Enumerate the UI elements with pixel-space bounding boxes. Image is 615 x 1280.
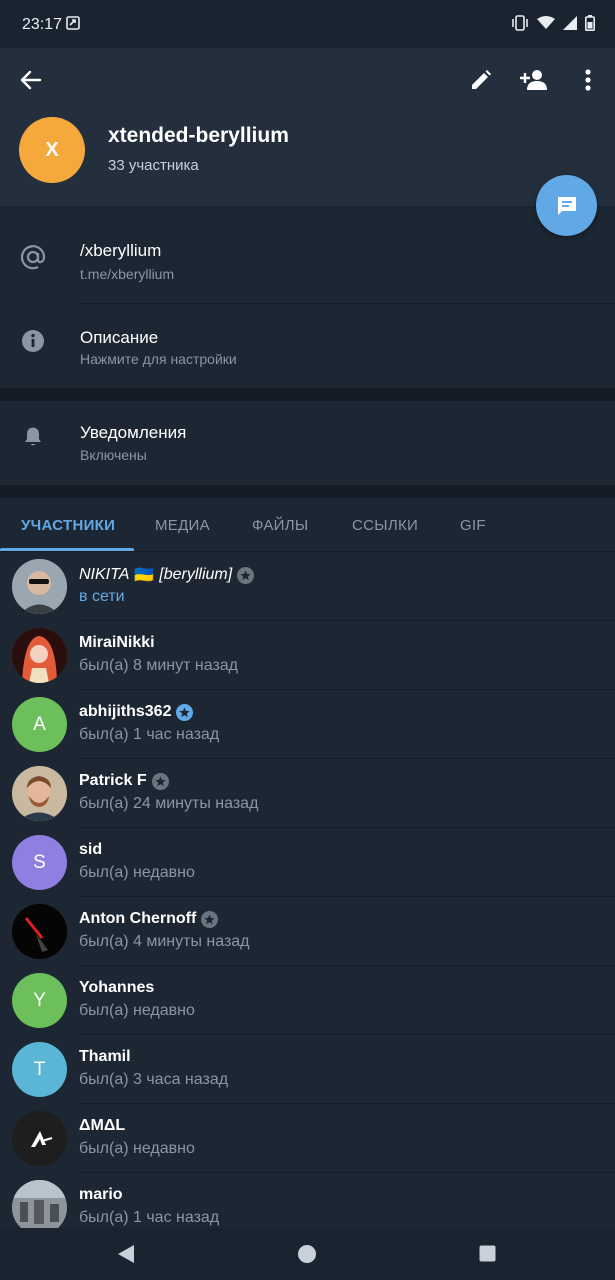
avatar <box>12 1111 67 1166</box>
member-row[interactable]: A abhijiths362 был(а) 1 час назад <box>0 690 615 759</box>
member-row[interactable]: MiraiNikki был(а) 8 минут назад <box>0 621 615 690</box>
tab-members[interactable]: УЧАСТНИКИ <box>21 517 115 534</box>
member-status: был(а) 1 час назад <box>79 726 220 743</box>
chat-avatar[interactable]: X <box>19 117 85 183</box>
more-vertical-icon <box>585 69 591 91</box>
info-icon <box>20 328 46 354</box>
star-badge-icon <box>237 566 255 584</box>
member-status: был(а) 24 минуты назад <box>79 795 259 812</box>
tab-media[interactable]: МЕДИА <box>155 517 210 534</box>
tab-links[interactable]: ССЫЛКИ <box>352 517 418 534</box>
square-recents-icon <box>479 1245 496 1262</box>
triangle-back-icon <box>118 1245 134 1263</box>
member-status: был(а) 1 час назад <box>79 1209 220 1226</box>
avatar <box>12 628 67 683</box>
avatar: S <box>12 835 67 890</box>
member-row[interactable]: Y Yohannes был(а) недавно <box>0 966 615 1035</box>
member-name: Patrick F <box>79 772 169 790</box>
member-name: mario <box>79 1186 123 1203</box>
member-name: Thamil <box>79 1048 131 1065</box>
media-tabs: УЧАСТНИКИ МЕДИА ФАЙЛЫ ССЫЛКИ GIF <box>0 498 615 552</box>
wifi-icon <box>537 16 555 35</box>
edit-button[interactable] <box>461 60 501 100</box>
member-name: MiraiNikki <box>79 634 155 651</box>
notifications-row[interactable]: Уведомления Включены <box>0 401 615 485</box>
section-gap <box>0 388 615 401</box>
star-badge-icon <box>201 910 219 928</box>
avatar <box>12 766 67 821</box>
active-tab-indicator <box>0 548 134 551</box>
member-name: Anton Chernoff <box>79 910 219 928</box>
vibrate-icon <box>511 15 529 36</box>
member-status: был(а) 8 минут назад <box>79 657 239 674</box>
member-row[interactable]: T Thamil был(а) 3 часа назад <box>0 1035 615 1104</box>
member-row[interactable]: S sid был(а) недавно <box>0 828 615 897</box>
star-badge-icon <box>151 772 169 790</box>
system-nav-bar <box>0 1228 615 1280</box>
star-badge-icon <box>176 703 194 721</box>
signal-icon <box>563 16 577 35</box>
avatar <box>12 904 67 959</box>
avatar <box>12 1180 67 1228</box>
more-options-button[interactable] <box>568 60 608 100</box>
pencil-icon <box>472 70 491 89</box>
username-value: /xberyllium <box>80 241 162 260</box>
home-nav-button[interactable] <box>297 1244 317 1269</box>
avatar: T <box>12 1042 67 1097</box>
add-user-icon <box>520 70 547 90</box>
at-sign-icon <box>20 244 46 270</box>
description-hint: Нажмите для настройки <box>80 351 237 367</box>
recents-nav-button[interactable] <box>479 1245 496 1267</box>
back-nav-button[interactable] <box>117 1244 135 1269</box>
back-button[interactable] <box>11 60 51 100</box>
section-gap <box>0 485 615 498</box>
circle-home-icon <box>298 1245 316 1263</box>
member-row[interactable]: mario был(а) 1 час назад <box>0 1173 615 1228</box>
member-row[interactable]: ΔMΔL был(а) недавно <box>0 1104 615 1173</box>
member-status: был(а) недавно <box>79 1140 195 1157</box>
member-row[interactable]: Patrick F был(а) 24 минуты назад <box>0 759 615 828</box>
member-status: был(а) 4 минуты назад <box>79 933 250 950</box>
notifications-status: Включены <box>80 447 147 463</box>
username-link: t.me/xberyllium <box>80 266 175 282</box>
tab-files[interactable]: ФАЙЛЫ <box>252 517 308 534</box>
avatar: A <box>12 697 67 752</box>
notifications-title: Уведомления <box>80 423 187 442</box>
member-count: 33 участника <box>108 157 199 174</box>
chat-title: xtended-beryllium <box>108 124 289 147</box>
battery-icon <box>585 15 595 36</box>
member-name: ΔMΔL <box>79 1117 126 1134</box>
member-status: был(а) недавно <box>79 864 195 881</box>
back-arrow-icon <box>20 70 42 90</box>
member-name: abhijiths362 <box>79 703 194 721</box>
member-status: был(а) недавно <box>79 1002 195 1019</box>
status-bar: 23:17 <box>0 0 615 48</box>
member-name: sid <box>79 841 103 858</box>
description-title: Описание <box>80 328 159 347</box>
member-status: был(а) 3 часа назад <box>79 1071 229 1088</box>
description-row[interactable]: Описание Нажмите для настройки <box>0 304 615 388</box>
flag-emoji: 🇺🇦 <box>134 567 155 584</box>
screenshot-notification-icon <box>66 16 80 35</box>
avatar: Y <box>12 973 67 1028</box>
status-time: 23:17 <box>22 16 63 33</box>
members-list: NIKITA 🇺🇦 [beryllium] в сети MiraiNikki бы… <box>0 552 615 1228</box>
username-row[interactable]: /xberyllium t.me/xberyllium <box>0 208 615 303</box>
add-member-button[interactable] <box>514 60 554 100</box>
member-row[interactable]: NIKITA 🇺🇦 [beryllium] в сети <box>0 552 615 621</box>
member-row[interactable]: Anton Chernoff был(а) 4 минуты назад <box>0 897 615 966</box>
avatar <box>12 559 67 614</box>
member-name: Yohannes <box>79 979 155 996</box>
member-status: в сети <box>79 588 125 605</box>
bell-icon <box>20 423 46 449</box>
member-name: NIKITA 🇺🇦 [beryllium] <box>79 565 255 585</box>
tab-gif[interactable]: GIF <box>460 517 486 534</box>
